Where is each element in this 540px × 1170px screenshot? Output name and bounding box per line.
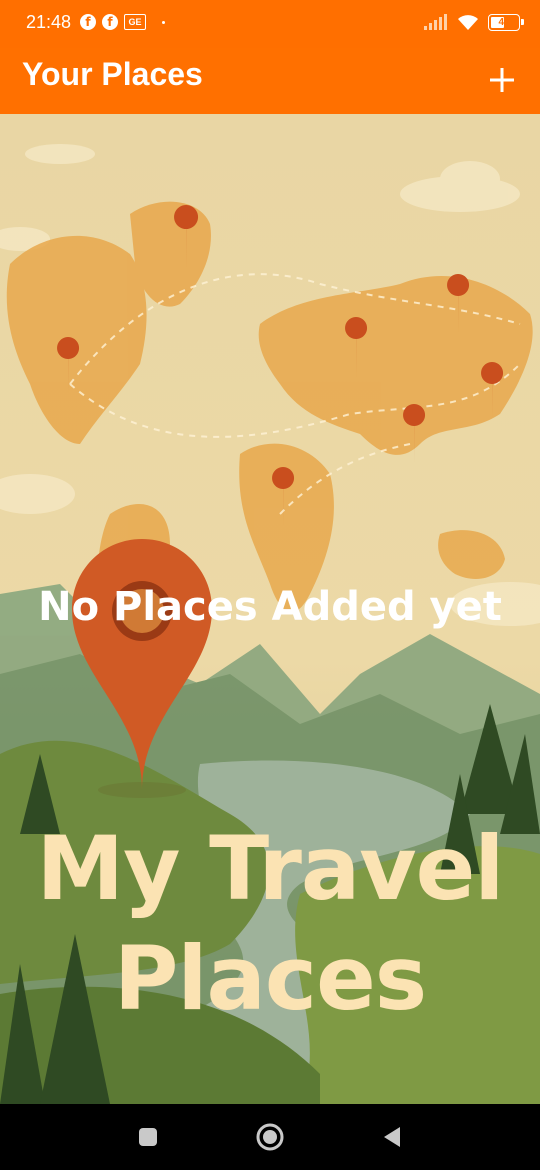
more-notifications-dot xyxy=(162,20,165,24)
recent-apps-icon xyxy=(139,1128,157,1146)
notification-icons: f f GE xyxy=(80,14,165,30)
places-list-area: No Places Added yet My Travel Places xyxy=(0,114,540,1104)
news-icon: GE xyxy=(124,14,146,30)
status-bar: 21:48 f f GE 47 xyxy=(0,0,540,48)
home-button[interactable] xyxy=(255,1122,285,1152)
system-navigation-bar xyxy=(0,1104,540,1170)
page-title: Your Places xyxy=(22,56,203,92)
hero-title-line: My Travel xyxy=(36,817,505,920)
home-icon xyxy=(256,1123,284,1151)
wifi-icon xyxy=(458,15,478,30)
system-icons: 47 xyxy=(424,13,524,31)
battery-icon: 47 xyxy=(488,13,524,31)
facebook-icon: f xyxy=(80,14,96,30)
empty-state-message: No Places Added yet xyxy=(38,584,502,630)
add-place-button[interactable] xyxy=(482,60,522,100)
recent-apps-button[interactable] xyxy=(133,1122,163,1152)
facebook-icon: f xyxy=(102,14,118,30)
hero-title-line: Places xyxy=(113,927,427,1030)
plus-icon xyxy=(490,68,514,92)
back-button[interactable] xyxy=(377,1122,407,1152)
status-time: 21:48 xyxy=(26,12,72,32)
hero-title: My Travel Places xyxy=(0,814,540,1034)
signal-icon xyxy=(424,14,447,30)
back-icon xyxy=(384,1127,400,1147)
app-bar: Your Places xyxy=(0,48,540,114)
battery-level: 47 xyxy=(498,16,510,28)
